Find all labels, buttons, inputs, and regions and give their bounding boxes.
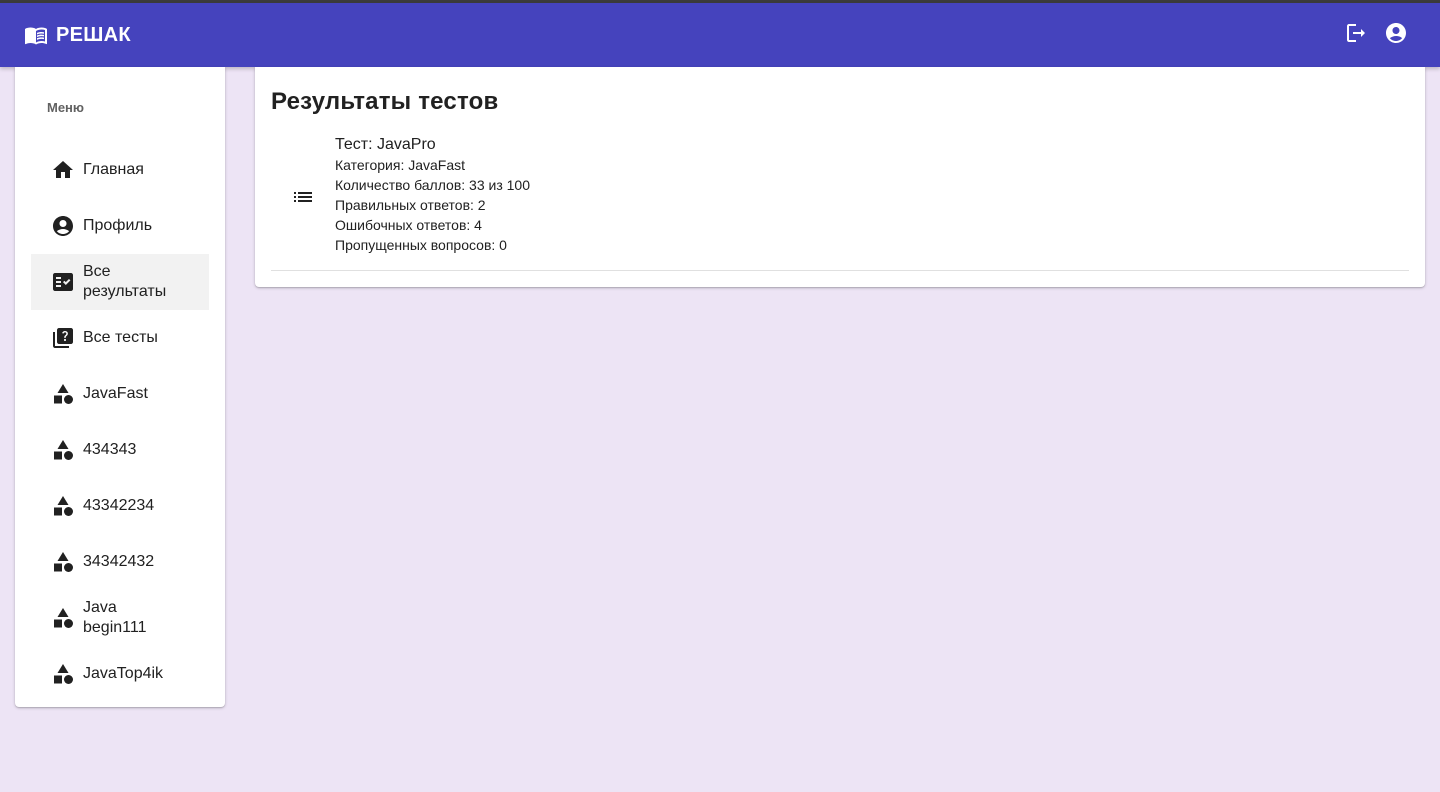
logout-button[interactable] xyxy=(1336,15,1376,55)
sidebar-item-home[interactable]: Главная xyxy=(31,142,209,198)
sidebar-item-category-javafast[interactable]: JavaFast xyxy=(31,366,209,422)
sidebar-nav: Главная Профиль Все результаты Все тесты… xyxy=(31,142,209,702)
sidebar-item-label: Профиль xyxy=(83,217,153,234)
logout-icon xyxy=(1344,21,1368,50)
category-icon xyxy=(51,662,75,686)
brand[interactable]: РЕШАК xyxy=(24,23,131,47)
sidebar-subheader: Меню xyxy=(47,100,85,115)
sidebar-item-all-results[interactable]: Все результаты xyxy=(31,254,209,310)
sidebar-item-label: JavaFast xyxy=(83,385,148,402)
quiz-icon xyxy=(51,326,75,350)
result-test-name: Тест: JavaPro xyxy=(335,136,436,153)
home-icon xyxy=(51,158,75,182)
divider xyxy=(271,270,1409,271)
result-skipped: Пропущенных вопросов: 0 xyxy=(335,237,507,253)
page-title: Результаты тестов xyxy=(271,88,499,115)
result-text: Тест: JavaPro Категория: JavaFast Количе… xyxy=(335,135,530,255)
result-list-item[interactable]: Тест: JavaPro Категория: JavaFast Количе… xyxy=(271,133,1409,271)
sidebar: Меню Главная Профиль Все результаты Все … xyxy=(15,67,225,707)
app-title: РЕШАК xyxy=(56,23,131,46)
sidebar-item-label: Главная xyxy=(83,161,144,178)
category-icon xyxy=(51,438,75,462)
book-icon xyxy=(24,23,48,47)
header-actions xyxy=(1336,15,1416,55)
account-button[interactable] xyxy=(1376,15,1416,55)
sidebar-item-label: 434343 xyxy=(83,441,137,458)
account-circle-icon xyxy=(1384,21,1408,50)
fact-check-icon xyxy=(51,270,75,294)
sidebar-item-label: Java begin111 xyxy=(83,599,147,636)
sidebar-item-label: Все тесты xyxy=(83,329,158,346)
sidebar-item-category-java-begin111[interactable]: Java begin111 xyxy=(31,590,209,646)
sidebar-item-label: JavaTop4ik xyxy=(83,665,164,682)
sidebar-item-profile[interactable]: Профиль xyxy=(31,198,209,254)
sidebar-item-category-javatop4ik[interactable]: JavaTop4ik xyxy=(31,646,209,702)
result-score: Количество баллов: 33 из 100 xyxy=(335,177,531,193)
category-icon xyxy=(51,382,75,406)
result-category: Категория: JavaFast xyxy=(335,157,466,173)
sidebar-item-all-tests[interactable]: Все тесты xyxy=(31,310,209,366)
category-icon xyxy=(51,550,75,574)
category-icon xyxy=(51,606,75,630)
sidebar-item-category-434343[interactable]: 434343 xyxy=(31,422,209,478)
sidebar-item-category-43342234[interactable]: 43342234 xyxy=(31,478,209,534)
results-card: Результаты тестов Тест: JavaPro Категори… xyxy=(255,67,1425,287)
result-wrong: Ошибочных ответов: 4 xyxy=(335,217,482,233)
category-icon xyxy=(51,494,75,518)
sidebar-item-label: 34342432 xyxy=(83,553,155,570)
list-icon xyxy=(291,185,315,209)
sidebar-item-label: 43342234 xyxy=(83,497,155,514)
account-circle-icon xyxy=(51,214,75,238)
app-bar: РЕШАК xyxy=(0,3,1440,67)
sidebar-item-label: Все результаты xyxy=(83,263,167,300)
sidebar-item-category-34342432[interactable]: 34342432 xyxy=(31,534,209,590)
result-correct: Правильных ответов: 2 xyxy=(335,197,486,213)
